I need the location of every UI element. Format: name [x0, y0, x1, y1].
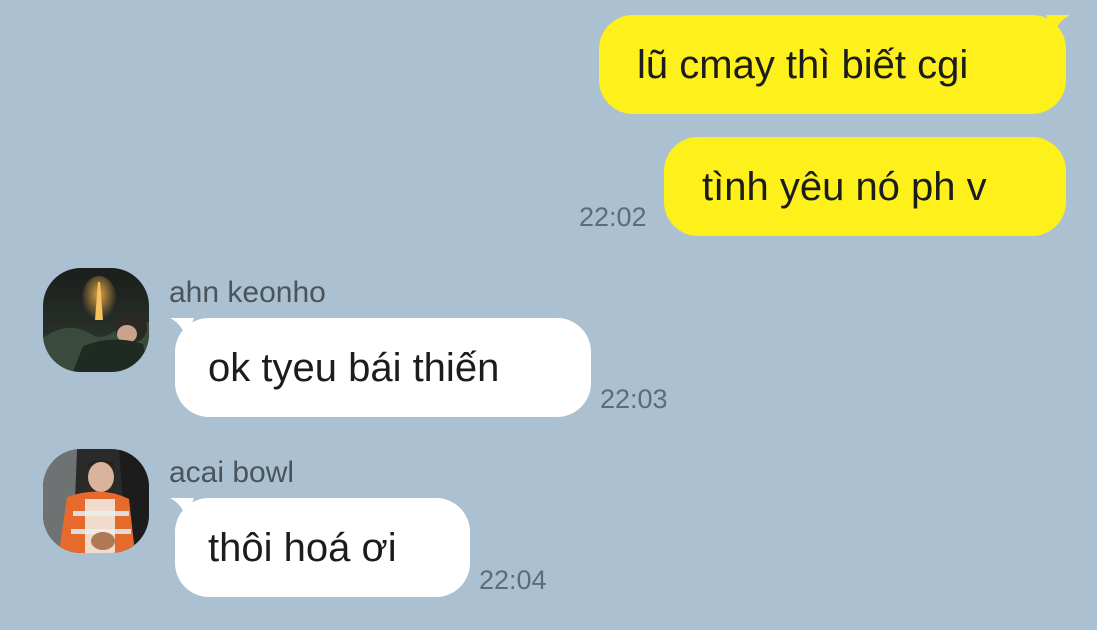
avatar[interactable]	[43, 449, 149, 553]
message-timestamp: 22:03	[600, 384, 668, 414]
outgoing-message-bubble[interactable]: tình yêu nó ph v	[664, 137, 1066, 236]
message-timestamp: 22:02	[579, 202, 647, 232]
user-photo-orange-jacket-icon	[43, 449, 149, 553]
incoming-message-bubble[interactable]: thôi hoá ơi	[175, 498, 470, 597]
bubble-tail-icon	[170, 318, 194, 338]
sender-name: ahn keonho	[169, 276, 326, 309]
bubble-tail-icon	[170, 498, 194, 518]
message-text: lũ cmay thì biết cgi	[637, 42, 969, 87]
incoming-message-bubble[interactable]: ok tyeu bái thiến	[175, 318, 591, 417]
avatar[interactable]	[43, 268, 149, 372]
message-text: ok tyeu bái thiến	[208, 345, 500, 390]
bubble-tail-icon	[1046, 15, 1070, 35]
chat-message-list: lũ cmay thì biết cgi tình yêu nó ph v 22…	[0, 0, 1097, 630]
sender-name: acai bowl	[169, 456, 295, 489]
message-text: thôi hoá ơi	[208, 525, 397, 570]
message-timestamp: 22:04	[479, 565, 547, 595]
user-photo-night-tower-icon	[43, 268, 149, 372]
outgoing-message-bubble[interactable]: lũ cmay thì biết cgi	[599, 15, 1066, 114]
message-text: tình yêu nó ph v	[702, 164, 987, 209]
